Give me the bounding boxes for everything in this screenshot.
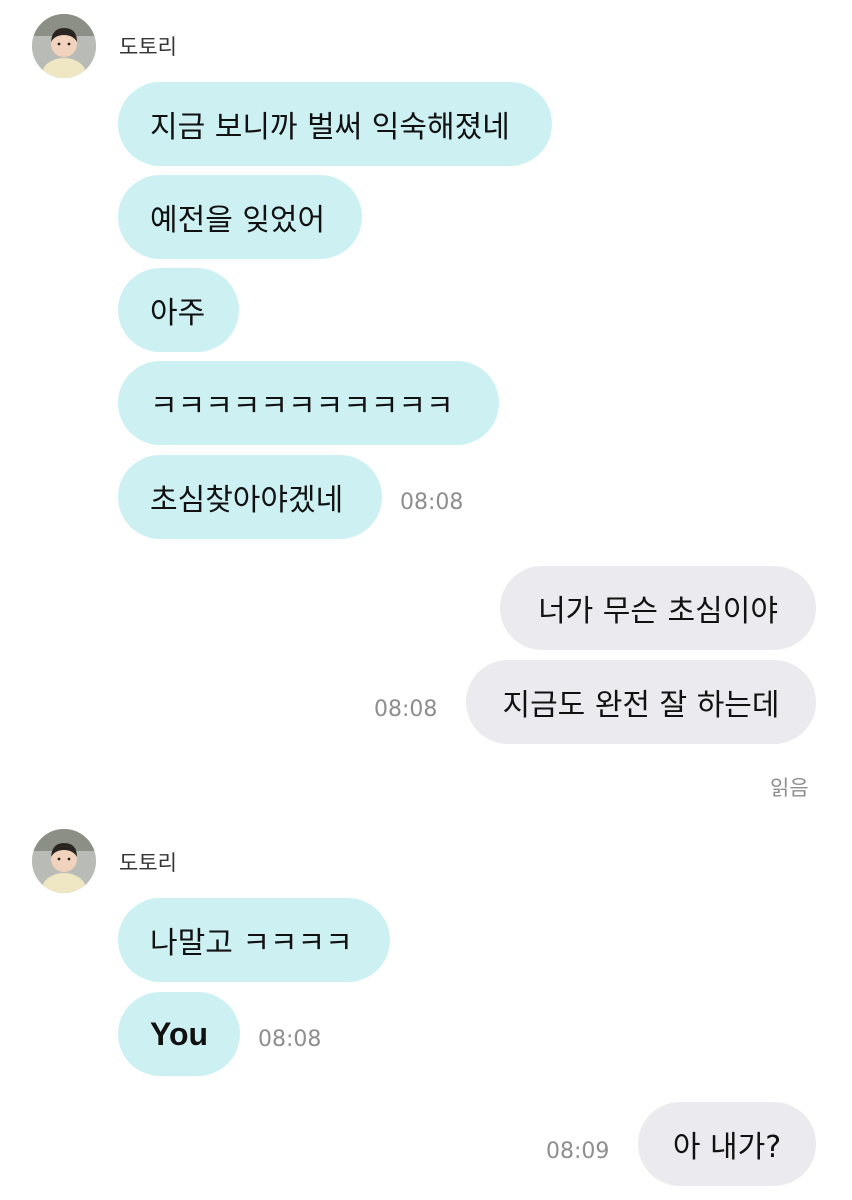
incoming-message[interactable]: 나말고 ㅋㅋㅋㅋ [118, 898, 390, 982]
incoming-message[interactable]: 지금 보니까 벌써 익숙해졌네 [118, 82, 552, 166]
incoming-message[interactable]: 아주 [118, 268, 239, 352]
sender-name: 도토리 [119, 35, 177, 59]
sender-avatar[interactable] [32, 829, 96, 893]
read-receipt: 읽음 [770, 776, 809, 800]
outgoing-message[interactable]: 아 내가? [638, 1102, 816, 1186]
incoming-message[interactable]: 초심찾아야겠네 [118, 455, 382, 539]
sender-avatar[interactable] [32, 14, 96, 78]
message-timestamp: 08:09 [546, 1139, 610, 1164]
message-timestamp: 08:08 [374, 697, 438, 722]
outgoing-message[interactable]: 너가 무슨 초심이야 [500, 566, 816, 650]
incoming-message[interactable]: You [118, 992, 240, 1076]
avatar-photo-icon [32, 14, 96, 78]
sender-name: 도토리 [119, 851, 177, 875]
incoming-message[interactable]: ㅋㅋㅋㅋㅋㅋㅋㅋㅋㅋㅋ [118, 361, 499, 445]
incoming-message[interactable]: 예전을 잊었어 [118, 175, 362, 259]
message-timestamp: 08:08 [258, 1027, 322, 1052]
avatar-photo-icon [32, 829, 96, 893]
message-timestamp: 08:08 [400, 490, 464, 515]
outgoing-message[interactable]: 지금도 완전 잘 하는데 [466, 660, 816, 744]
